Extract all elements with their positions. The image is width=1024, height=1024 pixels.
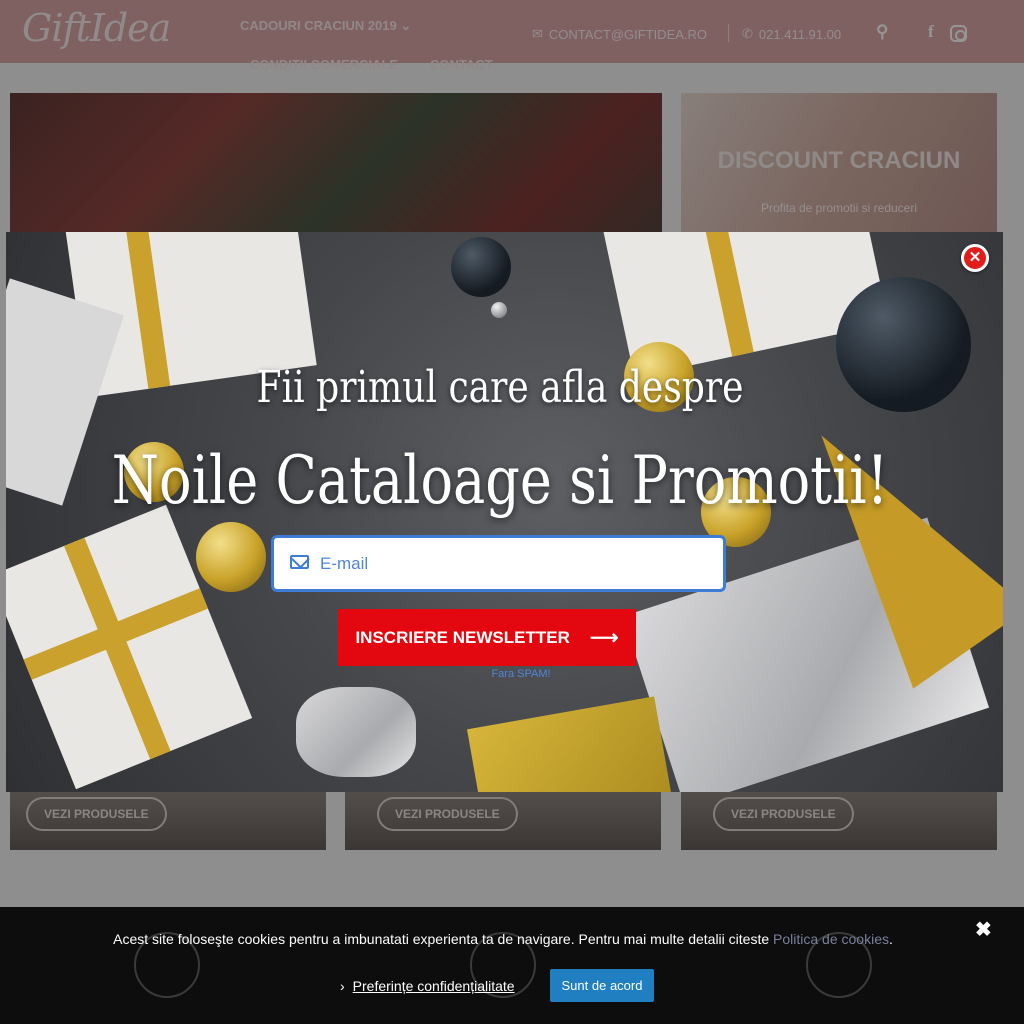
- email-field[interactable]: [320, 550, 710, 578]
- gift-box-decoration: [467, 696, 675, 792]
- popup-headline-large: Noile Cataloage si Promotii!: [111, 442, 889, 519]
- no-spam-note: Fara SPAM!: [491, 668, 551, 680]
- cookie-message-trailing: .: [888, 931, 893, 947]
- chevron-right-icon: ›: [340, 978, 345, 994]
- cookie-policy-link[interactable]: Politica de cookies: [773, 931, 889, 947]
- newsletter-popup: ✕ Fii primul care afla despre Noile Cata…: [6, 232, 1003, 792]
- cookie-agree-button[interactable]: Sunt de acord: [550, 969, 654, 1002]
- cookie-message: Acest site foloseşte cookies pentru a im…: [0, 931, 1006, 947]
- popup-close-button[interactable]: ✕: [961, 244, 989, 272]
- bauble-decoration: [451, 237, 511, 297]
- privacy-preferences-link[interactable]: › Preferințe confidențialitate: [340, 978, 515, 994]
- gift-box-decoration: [296, 687, 416, 777]
- cookie-message-text: Acest site foloseşte cookies pentru a im…: [113, 931, 770, 947]
- subscribe-newsletter-button[interactable]: INSCRIERE NEWSLETTER ⟶: [338, 609, 636, 666]
- envelope-icon: [290, 555, 309, 569]
- bauble-decoration: [196, 522, 266, 592]
- popup-headline: Fii primul care afla despre: [256, 362, 744, 413]
- subscribe-button-label: INSCRIERE NEWSLETTER: [355, 627, 570, 647]
- cookie-consent-bar: Acest site foloseşte cookies pentru a im…: [0, 907, 1024, 1024]
- email-field-wrapper[interactable]: [271, 535, 726, 592]
- privacy-preferences-label: Preferințe confidențialitate: [352, 978, 515, 994]
- close-icon[interactable]: ✖: [975, 917, 992, 942]
- bauble-decoration: [491, 302, 507, 318]
- arrow-right-icon: ⟶: [589, 627, 619, 649]
